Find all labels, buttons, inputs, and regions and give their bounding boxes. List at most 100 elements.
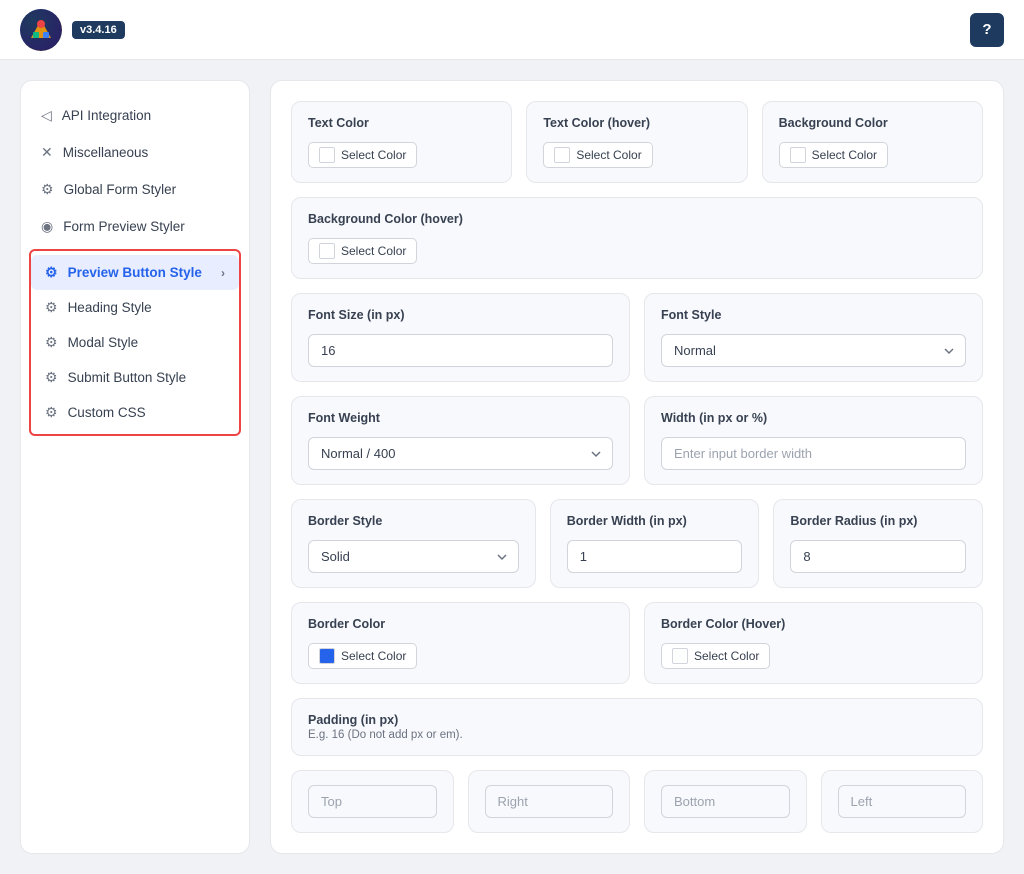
font-weight-card: Font Weight Normal / 400 Bold / 700 Ligh…	[291, 396, 630, 485]
bg-color-hover-label: Background Color (hover)	[308, 212, 966, 226]
font-style-label: Font Style	[661, 308, 966, 322]
border-color-hover-swatch	[672, 648, 688, 664]
padding-section: Padding (in px) E.g. 16 (Do not add px o…	[291, 698, 983, 756]
header-left: v3.4.16	[20, 9, 125, 51]
sidebar-section: ⚙ Preview Button Style › ⚙ Heading Style…	[29, 249, 241, 436]
logo-svg	[27, 16, 55, 44]
text-color-label: Text Color	[308, 116, 495, 130]
border-width-input[interactable]	[567, 540, 743, 573]
width-card: Width (in px or %)	[644, 396, 983, 485]
font-size-label: Font Size (in px)	[308, 308, 613, 322]
sidebar-item-submit-button-style[interactable]: ⚙ Submit Button Style	[31, 360, 239, 395]
sidebar-item-modal-style[interactable]: ⚙ Modal Style	[31, 325, 239, 360]
padding-left-input[interactable]	[838, 785, 967, 818]
nav-icon: ◁	[41, 107, 52, 124]
bg-color-hover-swatch	[319, 243, 335, 259]
sidebar-item-global-form-styler[interactable]: ⚙ Global Form Styler	[21, 171, 249, 208]
border-color-row: Border Color Select Color Border Color (…	[291, 602, 983, 684]
border-color-label: Border Color	[308, 617, 613, 631]
width-label: Width (in px or %)	[661, 411, 966, 425]
sidebar-label: Global Form Styler	[64, 182, 177, 197]
text-color-hover-btn-label: Select Color	[576, 148, 641, 162]
sidebar-label: Preview Button Style	[68, 265, 202, 280]
bg-color-hover-button[interactable]: Select Color	[308, 238, 417, 264]
text-color-swatch	[319, 147, 335, 163]
color-row: Text Color Select Color Text Color (hove…	[291, 101, 983, 279]
gear-icon: ⚙	[45, 264, 58, 281]
border-style-select[interactable]: Solid Dashed Dotted None	[308, 540, 519, 573]
version-badge: v3.4.16	[72, 21, 125, 39]
font-row: Font Size (in px) Font Style Normal Ital…	[291, 293, 983, 382]
gear-icon: ⚙	[45, 404, 58, 421]
logo	[20, 9, 62, 51]
sidebar-item-api-integration[interactable]: ◁ API Integration	[21, 97, 249, 134]
sidebar-item-miscellaneous[interactable]: ✕ Miscellaneous	[21, 134, 249, 171]
sidebar-label: Submit Button Style	[68, 370, 187, 385]
bg-color-hover-btn-label: Select Color	[341, 244, 406, 258]
border-color-hover-button[interactable]: Select Color	[661, 643, 770, 669]
sidebar-item-preview-button-style[interactable]: ⚙ Preview Button Style ›	[31, 255, 239, 290]
sidebar-label: Custom CSS	[68, 405, 146, 420]
weight-width-row: Font Weight Normal / 400 Bold / 700 Ligh…	[291, 396, 983, 485]
nav-icon: ✕	[41, 144, 53, 161]
font-weight-select[interactable]: Normal / 400 Bold / 700 Light / 300 Medi…	[308, 437, 613, 470]
border-radius-label: Border Radius (in px)	[790, 514, 966, 528]
border-row: Border Style Solid Dashed Dotted None Bo…	[291, 499, 983, 588]
header: v3.4.16 ?	[0, 0, 1024, 60]
padding-bottom-card	[644, 770, 807, 833]
sidebar-label: Modal Style	[68, 335, 139, 350]
font-style-card: Font Style Normal Italic Oblique	[644, 293, 983, 382]
sidebar-label: API Integration	[62, 108, 151, 123]
border-color-button[interactable]: Select Color	[308, 643, 417, 669]
text-color-btn-label: Select Color	[341, 148, 406, 162]
padding-hint: E.g. 16 (Do not add px or em).	[308, 729, 966, 741]
help-button[interactable]: ?	[970, 13, 1004, 47]
bg-color-label: Background Color	[779, 116, 966, 130]
border-style-card: Border Style Solid Dashed Dotted None	[291, 499, 536, 588]
gear-icon: ⚙	[45, 369, 58, 386]
sidebar-label: Heading Style	[68, 300, 152, 315]
gear-icon: ⚙	[45, 334, 58, 351]
eye-icon: ◉	[41, 218, 53, 235]
text-color-hover-label: Text Color (hover)	[543, 116, 730, 130]
font-size-card: Font Size (in px)	[291, 293, 630, 382]
border-radius-card: Border Radius (in px)	[773, 499, 983, 588]
font-style-select[interactable]: Normal Italic Oblique	[661, 334, 966, 367]
border-radius-input[interactable]	[790, 540, 966, 573]
content-panel: Text Color Select Color Text Color (hove…	[270, 80, 1004, 854]
bg-color-hover-card: Background Color (hover) Select Color	[291, 197, 983, 279]
border-style-label: Border Style	[308, 514, 519, 528]
logo-inner	[20, 9, 62, 51]
border-color-swatch	[319, 648, 335, 664]
padding-top-card	[291, 770, 454, 833]
padding-left-card	[821, 770, 984, 833]
border-color-card: Border Color Select Color	[291, 602, 630, 684]
sidebar-item-form-preview-styler[interactable]: ◉ Form Preview Styler	[21, 208, 249, 245]
bg-color-btn-label: Select Color	[812, 148, 877, 162]
border-color-hover-card: Border Color (Hover) Select Color	[644, 602, 983, 684]
padding-bottom-input[interactable]	[661, 785, 790, 818]
border-color-hover-btn-label: Select Color	[694, 649, 759, 663]
text-color-button[interactable]: Select Color	[308, 142, 417, 168]
text-color-card: Text Color Select Color	[291, 101, 512, 183]
text-color-hover-button[interactable]: Select Color	[543, 142, 652, 168]
padding-right-input[interactable]	[485, 785, 614, 818]
border-width-label: Border Width (in px)	[567, 514, 743, 528]
bg-color-button[interactable]: Select Color	[779, 142, 888, 168]
sidebar-label: Miscellaneous	[63, 145, 149, 160]
width-input[interactable]	[661, 437, 966, 470]
sidebar-label: Form Preview Styler	[63, 219, 185, 234]
main-container: ◁ API Integration ✕ Miscellaneous ⚙ Glob…	[0, 60, 1024, 874]
sidebar: ◁ API Integration ✕ Miscellaneous ⚙ Glob…	[20, 80, 250, 854]
gear-icon: ⚙	[45, 299, 58, 316]
font-size-input[interactable]	[308, 334, 613, 367]
sidebar-item-custom-css[interactable]: ⚙ Custom CSS	[31, 395, 239, 430]
padding-top-input[interactable]	[308, 785, 437, 818]
sidebar-item-heading-style[interactable]: ⚙ Heading Style	[31, 290, 239, 325]
font-weight-label: Font Weight	[308, 411, 613, 425]
border-color-btn-label: Select Color	[341, 649, 406, 663]
padding-title: Padding (in px)	[308, 713, 966, 727]
bg-color-card: Background Color Select Color	[762, 101, 983, 183]
gear-icon: ⚙	[41, 181, 54, 198]
bg-color-swatch	[790, 147, 806, 163]
